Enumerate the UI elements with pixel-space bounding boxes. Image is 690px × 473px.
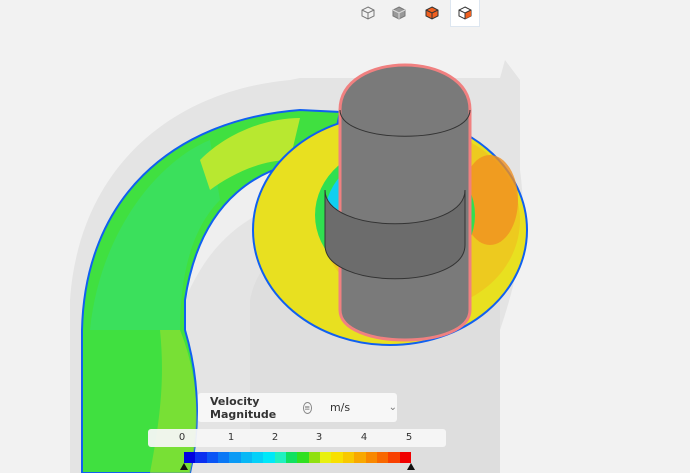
tick-label: 1 xyxy=(227,432,235,443)
color-bar-segment xyxy=(320,452,332,463)
color-bar-segment xyxy=(399,452,411,463)
color-bar-segment xyxy=(274,452,287,463)
wireframe-cube-icon xyxy=(361,6,375,20)
tick-label: 5 xyxy=(405,432,413,443)
impeller-shaft xyxy=(338,63,472,342)
legend-title: Velocity Magnitude xyxy=(210,394,277,421)
min-slider-handle[interactable] xyxy=(180,463,188,470)
view-solid-button[interactable] xyxy=(385,0,413,26)
color-bar-segment xyxy=(252,452,264,463)
chevron-down-icon[interactable]: ⌄ xyxy=(389,402,397,413)
color-bar-segment xyxy=(365,452,377,463)
legend-scale: 0 1 2 3 4 5 xyxy=(148,429,446,447)
legend-header: Velocity Magnitude ≡ m/s ⌄ xyxy=(198,393,397,422)
color-bar-segment xyxy=(297,452,309,463)
solid-cube-icon xyxy=(392,6,406,20)
color-bar-segment xyxy=(206,452,219,463)
tick-label: 3 xyxy=(315,432,323,443)
view-wireframe-button[interactable] xyxy=(354,0,382,26)
color-bar-segment xyxy=(229,452,241,463)
orange-outline-cube-icon xyxy=(458,6,472,20)
color-bar xyxy=(184,452,411,463)
tick-label: 0 xyxy=(178,432,186,443)
color-bar-segment xyxy=(388,452,400,463)
info-icon[interactable]: ≡ xyxy=(302,401,312,414)
view-orange-solid-button[interactable] xyxy=(418,0,446,26)
tick-label: 4 xyxy=(360,432,368,443)
tick-label: 2 xyxy=(271,432,279,443)
view-orange-outline-button[interactable] xyxy=(450,0,480,27)
color-bar-segment xyxy=(263,452,275,463)
color-bar-segment xyxy=(218,452,230,463)
orange-cube-icon xyxy=(425,6,439,20)
color-bar-segment xyxy=(331,452,343,463)
color-bar-segment xyxy=(240,452,253,463)
color-bar-segment xyxy=(376,452,389,463)
max-slider-handle[interactable] xyxy=(407,463,415,470)
color-bar-segment xyxy=(354,452,366,463)
color-bar-segment xyxy=(195,452,207,463)
color-bar-segment xyxy=(286,452,298,463)
color-bar-segment xyxy=(184,452,196,463)
unit-select[interactable]: m/s xyxy=(330,401,389,414)
color-bar-segment xyxy=(342,452,355,463)
color-bar-segment xyxy=(308,452,321,463)
